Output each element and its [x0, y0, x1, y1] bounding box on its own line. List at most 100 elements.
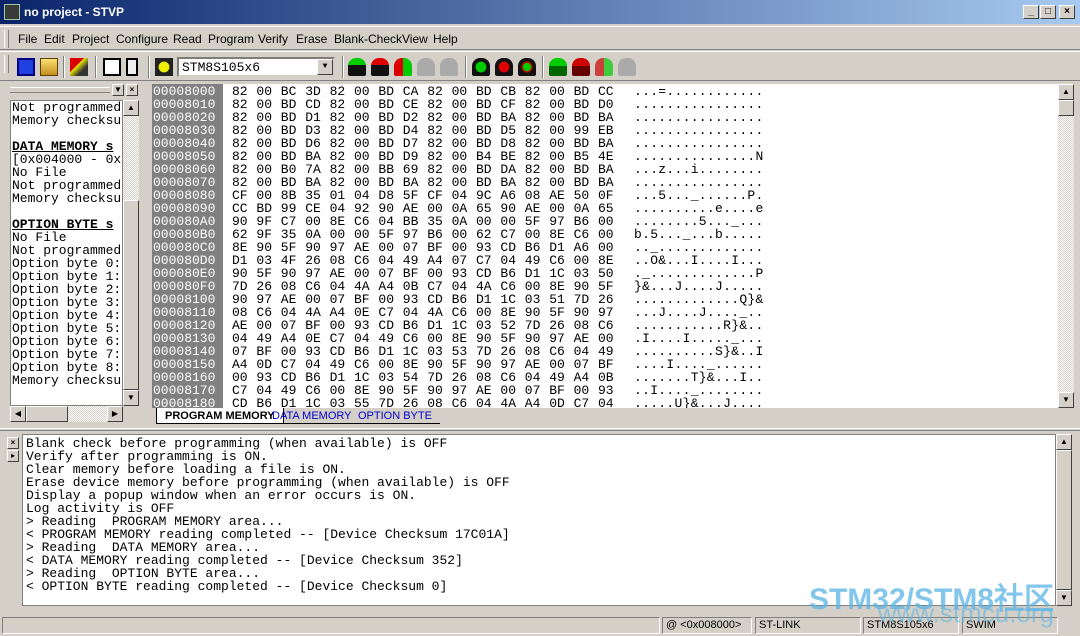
log-vertical-scrollbar[interactable]: ▲ ▼ [1056, 434, 1072, 606]
menu-program[interactable]: Program [208, 32, 254, 46]
title-bar: no project - STVP _ □ × [0, 0, 1080, 24]
hex-vertical-scrollbar[interactable]: ▲ ▼ [1058, 84, 1074, 408]
panel-grip[interactable] [10, 87, 110, 93]
minimize-button[interactable]: _ [1023, 5, 1039, 19]
window-title: no project - STVP [24, 5, 125, 19]
open-icon[interactable] [40, 58, 58, 76]
verify-project-icon[interactable] [595, 58, 613, 76]
hex-byte: A4 [524, 396, 541, 408]
toolbar: STM8S105x6 ▼ [0, 51, 1080, 81]
separator [542, 56, 544, 78]
menu-help[interactable]: Help [433, 32, 458, 46]
hex-byte: C7 [573, 396, 590, 408]
menu-configure[interactable]: Configure [116, 32, 168, 46]
scroll-right-icon[interactable]: ▶ [107, 406, 123, 422]
menu-project[interactable]: Project [72, 32, 109, 46]
info-text: Not programmed Memory checksu DATA MEMORY … [10, 100, 123, 406]
hex-byte: 04 [476, 396, 492, 408]
hex-byte: 04 [598, 396, 614, 408]
program-project-icon[interactable] [70, 58, 88, 76]
blank-check-current-tab-icon [440, 58, 458, 76]
menu-blank-check[interactable]: Blank-Check [334, 32, 402, 46]
hex-editor[interactable]: 00008000 00008010 00008020 00008030 00008040… [152, 84, 1058, 408]
separator [342, 56, 344, 78]
copy-icon[interactable] [103, 58, 121, 76]
scroll-down-icon[interactable]: ▼ [1056, 590, 1072, 606]
verify-current-tab-icon[interactable] [394, 58, 412, 76]
separator [465, 56, 467, 78]
menu-file[interactable]: File [18, 32, 37, 46]
row-ascii: .....U}&...J.... [634, 396, 764, 408]
status-address: @ <0x008000> [662, 617, 752, 634]
maximize-button[interactable]: □ [1040, 5, 1056, 19]
separator [63, 56, 65, 78]
hex-byte: 55 [354, 396, 370, 408]
scroll-thumb[interactable] [1056, 450, 1072, 590]
scroll-up-icon[interactable]: ▲ [1056, 434, 1072, 450]
paste-icon[interactable] [126, 58, 138, 76]
scroll-down-icon[interactable]: ▼ [123, 390, 139, 406]
info-panel: ▼ × Not programmed Memory checksu DATA MEM… [8, 84, 140, 424]
address-column: 00008000 00008010 00008020 00008030 00008040… [152, 84, 223, 408]
watermark-url: www.stmcu.org [877, 598, 1054, 628]
vertical-scrollbar[interactable]: ▲ ▼ [123, 100, 139, 406]
hex-byte: 4A [500, 396, 516, 408]
status-empty [2, 617, 660, 634]
panel-menu-icon[interactable]: ▼ [112, 84, 124, 96]
log-close-icon[interactable]: × [7, 437, 19, 449]
tab-option-byte[interactable]: OPTION BYTE [350, 408, 440, 424]
menu-erase[interactable]: Erase [296, 32, 327, 46]
hex-byte: C6 [451, 396, 468, 408]
scroll-thumb[interactable] [1058, 100, 1074, 116]
chevron-down-icon[interactable]: ▼ [317, 59, 333, 75]
toolbar-grip[interactable] [4, 55, 9, 73]
info-line: Memory checksu [12, 191, 122, 206]
scroll-down-icon[interactable]: ▼ [1058, 392, 1074, 408]
erase-current-tab-icon [417, 58, 435, 76]
program-project-icon-2[interactable] [572, 58, 590, 76]
read-all-tabs-icon[interactable] [472, 58, 490, 76]
menu-edit[interactable]: Edit [44, 32, 65, 46]
scroll-up-icon[interactable]: ▲ [1058, 84, 1074, 100]
read-current-tab-icon[interactable] [348, 58, 366, 76]
scroll-up-icon[interactable]: ▲ [123, 100, 139, 116]
hex-byte: CD [232, 396, 248, 408]
verify-all-tabs-icon[interactable] [518, 58, 536, 76]
read-project-icon[interactable] [549, 58, 567, 76]
app-icon [4, 4, 20, 20]
separator [148, 56, 150, 78]
panel-close-icon[interactable]: × [126, 84, 138, 96]
hex-byte: 1C [305, 396, 321, 408]
hex-byte: 08 [427, 396, 443, 408]
menu-grip[interactable] [4, 30, 9, 48]
close-button[interactable]: × [1059, 5, 1075, 19]
splitter[interactable] [0, 428, 1080, 431]
separator [95, 56, 97, 78]
scroll-left-icon[interactable]: ◀ [10, 406, 26, 422]
tab-data-memory[interactable]: DATA MEMORY [264, 408, 360, 424]
program-current-tab-icon[interactable] [371, 58, 389, 76]
device-select-value: STM8S105x6 [182, 60, 261, 75]
memory-tabs: PROGRAM MEMORY DATA MEMORY OPTION BYTE [152, 408, 1058, 425]
hex-byte: B6 [256, 396, 272, 408]
menu-read[interactable]: Read [173, 32, 202, 46]
save-icon[interactable] [17, 58, 35, 76]
row-address: 00008180 [153, 396, 216, 408]
hex-byte: 7D [378, 396, 394, 408]
status-programmer: ST-LINK [755, 617, 861, 634]
menu-view[interactable]: View [402, 32, 428, 46]
info-line: Memory checksu [12, 373, 122, 388]
info-line: Memory checksu [12, 113, 122, 128]
device-select[interactable]: STM8S105x6 ▼ [177, 57, 335, 77]
log-expand-icon[interactable]: ▸ [7, 450, 19, 462]
scroll-thumb[interactable] [123, 200, 139, 390]
scroll-thumb[interactable] [26, 406, 68, 422]
menu-verify[interactable]: Verify [258, 32, 288, 46]
program-all-tabs-icon[interactable] [495, 58, 513, 76]
configure-icon[interactable] [155, 58, 173, 76]
log-line: Display a popup window when an error occ… [26, 488, 417, 503]
hex-byte: 03 [329, 396, 346, 408]
horizontal-scrollbar[interactable]: ◀ ▶ [10, 406, 123, 422]
erase-project-icon [618, 58, 636, 76]
hex-byte: D1 [280, 396, 297, 408]
